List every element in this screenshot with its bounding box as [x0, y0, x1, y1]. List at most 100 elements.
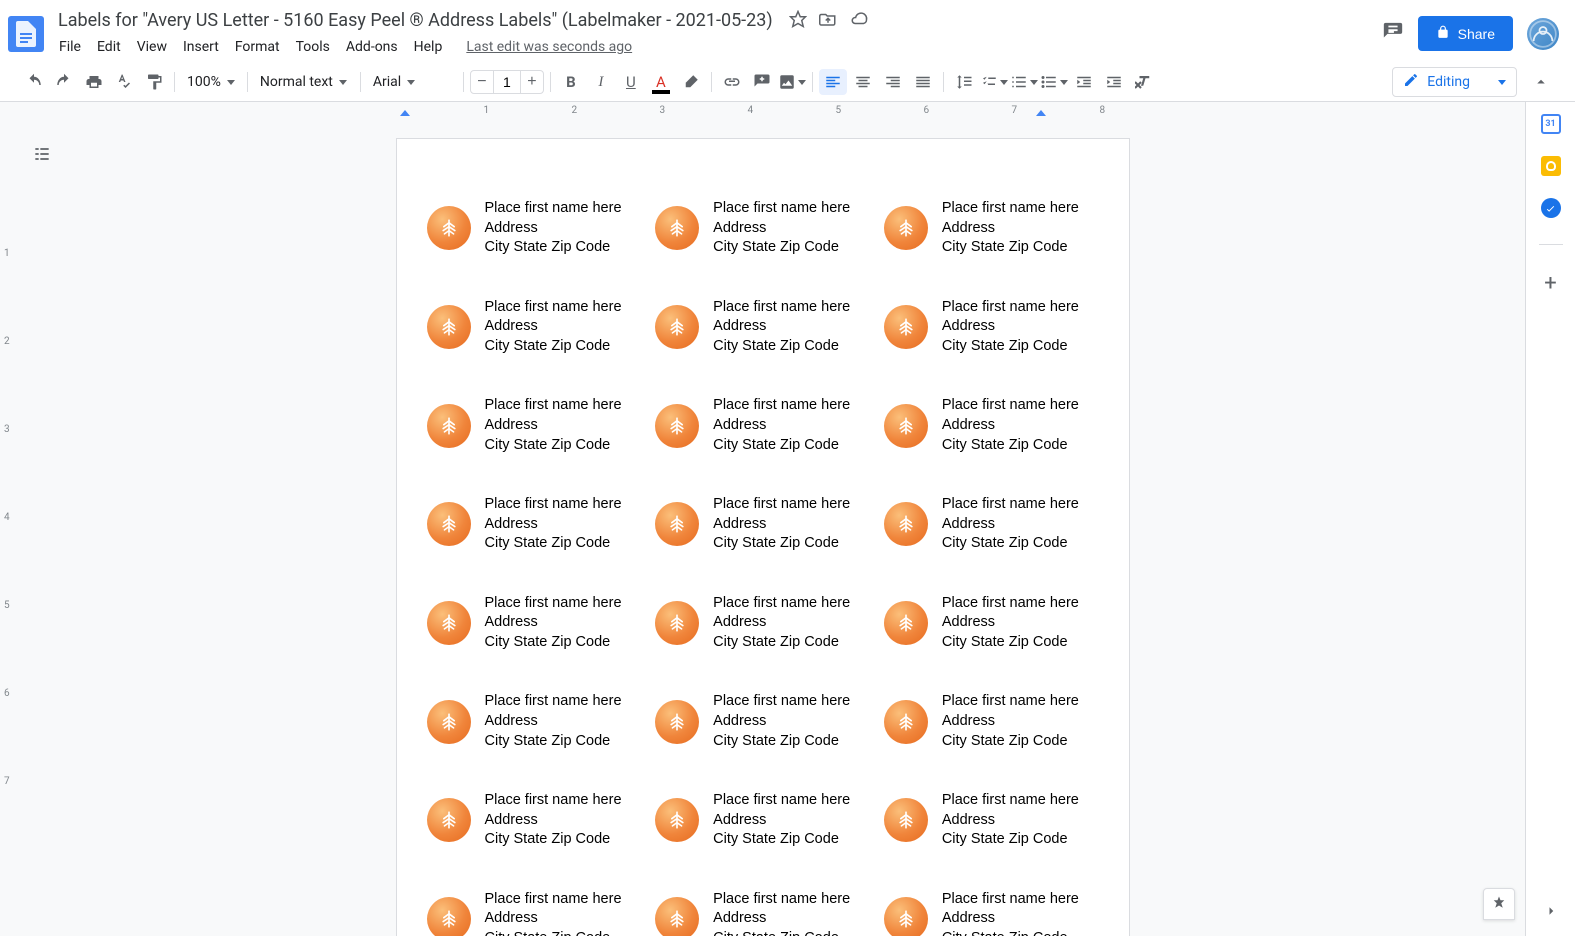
page-scroll-area[interactable]: Place first name hereAddressCity State Z…: [0, 120, 1525, 936]
undo-button[interactable]: [20, 69, 48, 95]
document-outline-button[interactable]: [28, 140, 56, 168]
paint-format-button[interactable]: [140, 69, 168, 95]
label-line3: City State Zip Code: [942, 238, 1079, 258]
calendar-app-icon[interactable]: 31: [1541, 114, 1561, 134]
menu-format[interactable]: Format: [228, 35, 287, 59]
label-cell[interactable]: Place first name hereAddressCity State Z…: [655, 791, 870, 850]
menu-bar: File Edit View Insert Format Tools Add-o…: [52, 35, 1382, 59]
line-spacing-button[interactable]: [950, 69, 978, 95]
decrease-indent-button[interactable]: [1070, 69, 1098, 95]
label-line3: City State Zip Code: [942, 830, 1079, 850]
docs-app-icon[interactable]: [8, 16, 44, 52]
paragraph-style-select[interactable]: Normal text: [254, 69, 354, 95]
label-cell[interactable]: Place first name hereAddressCity State Z…: [655, 692, 870, 751]
label-logo-icon: [655, 502, 699, 546]
label-cell[interactable]: Place first name hereAddressCity State Z…: [884, 199, 1099, 258]
numbered-list-button[interactable]: [1010, 69, 1038, 95]
label-cell[interactable]: Place first name hereAddressCity State Z…: [884, 692, 1099, 751]
label-cell[interactable]: Place first name hereAddressCity State Z…: [655, 495, 870, 554]
label-cell[interactable]: Place first name hereAddressCity State Z…: [884, 594, 1099, 653]
font-size-input[interactable]: [493, 71, 521, 93]
ruler-mark: 1: [484, 105, 490, 116]
add-side-app-button[interactable]: +: [1544, 271, 1556, 296]
label-line2: Address: [713, 712, 850, 732]
italic-button[interactable]: I: [587, 69, 615, 95]
menu-view[interactable]: View: [130, 35, 174, 59]
print-button[interactable]: [80, 69, 108, 95]
last-edit-link[interactable]: Last edit was seconds ago: [459, 35, 639, 59]
horizontal-ruler[interactable]: 12345678: [0, 102, 1525, 120]
label-cell[interactable]: Place first name hereAddressCity State Z…: [427, 495, 642, 554]
align-center-button[interactable]: [849, 69, 877, 95]
bulleted-list-button[interactable]: [1040, 69, 1068, 95]
document-title[interactable]: Labels for "Avery US Letter - 5160 Easy …: [52, 8, 779, 33]
label-cell[interactable]: Place first name hereAddressCity State Z…: [427, 396, 642, 455]
label-text: Place first name hereAddressCity State Z…: [942, 594, 1079, 653]
menu-file[interactable]: File: [52, 35, 88, 59]
label-cell[interactable]: Place first name hereAddressCity State Z…: [884, 890, 1099, 936]
comment-history-icon[interactable]: [1382, 21, 1404, 47]
label-text: Place first name hereAddressCity State Z…: [942, 791, 1079, 850]
tasks-app-icon[interactable]: [1541, 198, 1561, 218]
text-color-button[interactable]: A: [647, 69, 675, 95]
star-icon[interactable]: [789, 10, 807, 32]
label-line3: City State Zip Code: [485, 732, 622, 752]
insert-image-button[interactable]: [778, 69, 806, 95]
underline-button[interactable]: U: [617, 69, 645, 95]
align-right-button[interactable]: [879, 69, 907, 95]
label-line3: City State Zip Code: [713, 633, 850, 653]
label-cell[interactable]: Place first name hereAddressCity State Z…: [655, 890, 870, 936]
label-cell[interactable]: Place first name hereAddressCity State Z…: [427, 298, 642, 357]
label-cell[interactable]: Place first name hereAddressCity State Z…: [655, 199, 870, 258]
highlight-button[interactable]: [677, 69, 705, 95]
user-avatar[interactable]: [1527, 18, 1559, 50]
font-size-decrease[interactable]: −: [471, 71, 493, 93]
move-icon[interactable]: [819, 10, 837, 32]
label-cell[interactable]: Place first name hereAddressCity State Z…: [884, 396, 1099, 455]
label-cell[interactable]: Place first name hereAddressCity State Z…: [427, 692, 642, 751]
increase-indent-button[interactable]: [1100, 69, 1128, 95]
insert-link-button[interactable]: [718, 69, 746, 95]
menu-help[interactable]: Help: [407, 35, 450, 59]
keep-app-icon[interactable]: [1541, 156, 1561, 176]
insert-comment-button[interactable]: [748, 69, 776, 95]
share-button[interactable]: Share: [1418, 16, 1513, 51]
label-text: Place first name hereAddressCity State Z…: [485, 890, 622, 936]
zoom-select[interactable]: 100%: [181, 69, 241, 95]
bold-button[interactable]: B: [557, 69, 585, 95]
align-left-button[interactable]: [819, 69, 847, 95]
menu-insert[interactable]: Insert: [176, 35, 226, 59]
chevron-down-icon: [227, 80, 235, 85]
label-cell[interactable]: Place first name hereAddressCity State Z…: [884, 791, 1099, 850]
spellcheck-button[interactable]: [110, 69, 138, 95]
label-text: Place first name hereAddressCity State Z…: [713, 890, 850, 936]
label-cell[interactable]: Place first name hereAddressCity State Z…: [427, 890, 642, 936]
document-page[interactable]: Place first name hereAddressCity State Z…: [396, 138, 1130, 936]
label-cell[interactable]: Place first name hereAddressCity State Z…: [655, 396, 870, 455]
cloud-status-icon[interactable]: [849, 10, 869, 32]
lock-icon: [1436, 25, 1450, 42]
label-cell[interactable]: Place first name hereAddressCity State Z…: [655, 298, 870, 357]
vertical-ruler[interactable]: 1234567: [0, 120, 18, 936]
label-cell[interactable]: Place first name hereAddressCity State Z…: [427, 199, 642, 258]
explore-button[interactable]: [1483, 888, 1515, 920]
menu-addons[interactable]: Add-ons: [339, 35, 405, 59]
label-cell[interactable]: Place first name hereAddressCity State Z…: [427, 791, 642, 850]
label-cell[interactable]: Place first name hereAddressCity State Z…: [884, 495, 1099, 554]
label-cell[interactable]: Place first name hereAddressCity State Z…: [655, 594, 870, 653]
align-justify-button[interactable]: [909, 69, 937, 95]
checklist-button[interactable]: [980, 69, 1008, 95]
clear-formatting-button[interactable]: [1130, 69, 1158, 95]
label-line2: Address: [713, 515, 850, 535]
font-size-increase[interactable]: +: [521, 71, 543, 93]
editing-mode-select[interactable]: Editing: [1392, 67, 1517, 97]
menu-tools[interactable]: Tools: [289, 35, 337, 59]
label-cell[interactable]: Place first name hereAddressCity State Z…: [427, 594, 642, 653]
collapse-toolbar-button[interactable]: [1527, 69, 1555, 95]
hide-side-panel-button[interactable]: [1542, 902, 1560, 924]
label-cell[interactable]: Place first name hereAddressCity State Z…: [884, 298, 1099, 357]
menu-edit[interactable]: Edit: [90, 35, 128, 59]
redo-button[interactable]: [50, 69, 78, 95]
font-select[interactable]: Arial: [367, 69, 457, 95]
label-logo-icon: [427, 700, 471, 744]
